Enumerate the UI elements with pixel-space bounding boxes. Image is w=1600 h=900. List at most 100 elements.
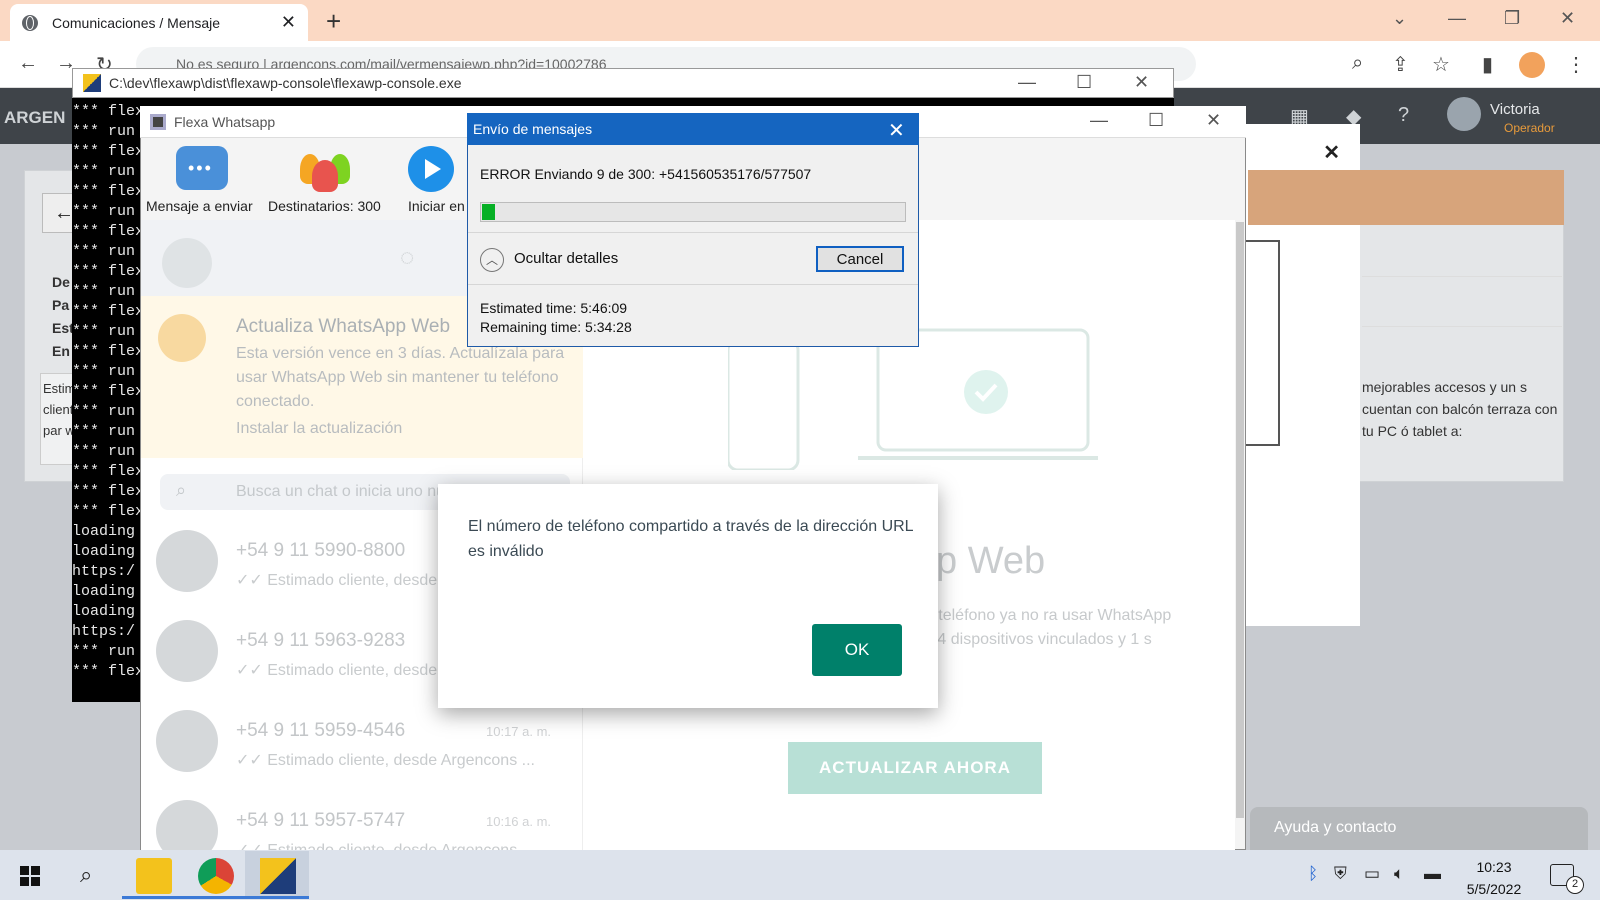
chat-name[interactable]: +54 9 11 5990-8800	[236, 540, 405, 562]
site-logo: ARGEN	[4, 108, 66, 127]
install-update-link[interactable]: Instalar la actualización	[236, 420, 402, 438]
chat-time: 10:17 a. m.	[486, 724, 552, 739]
network-icon[interactable]: ▭	[1364, 864, 1380, 884]
divider	[1362, 326, 1562, 327]
ok-button[interactable]: OK	[812, 624, 902, 676]
chat-time: 10:16 a. m.	[486, 814, 552, 829]
cancel-button[interactable]: Cancel	[816, 246, 904, 272]
remaining-time: Remaining time: 5:34:28	[480, 319, 632, 335]
close-icon[interactable]: ✕	[1206, 110, 1221, 131]
minimize-icon[interactable]: —	[1090, 110, 1108, 131]
scrollbar[interactable]	[1236, 222, 1244, 818]
console-titlebar: C:\dev\flexawp\dist\flexawp-console\flex…	[72, 68, 1174, 98]
maximize-icon[interactable]: ☐	[1148, 110, 1164, 131]
chat-avatar[interactable]	[156, 530, 218, 592]
field-label: Pa	[52, 297, 70, 313]
clock-time: 10:23	[1476, 859, 1512, 875]
recipients-button[interactable]: Destinatarios: 300	[268, 198, 381, 214]
windows-start-icon[interactable]	[20, 866, 40, 886]
chat-bubble-icon[interactable]: •••	[176, 146, 228, 190]
globe-icon	[22, 14, 38, 31]
chat-name[interactable]: +54 9 11 5959-4546	[236, 720, 405, 742]
help-contact-bar[interactable]: Ayuda y contacto	[1250, 807, 1588, 850]
security-shield-icon[interactable]: ⛨	[1334, 864, 1347, 884]
side-panel-icon[interactable]: ▮	[1482, 52, 1493, 77]
dialog-title: Envío de mensajes	[467, 113, 919, 145]
progress-message: ERROR Enviando 9 de 300: +541560535176/5…	[480, 166, 812, 182]
restore-icon[interactable]: ❐	[1504, 8, 1520, 29]
minimize-icon[interactable]: —	[1448, 8, 1466, 29]
chat-avatar[interactable]	[156, 710, 218, 772]
search-icon[interactable]: ⌕	[80, 862, 92, 888]
start-button[interactable]: Iniciar en	[408, 198, 465, 214]
tab-close-icon[interactable]: ✕	[281, 12, 296, 33]
user-avatar[interactable]	[1447, 97, 1481, 131]
chrome-icon[interactable]	[198, 858, 234, 894]
status-icon[interactable]: ◌	[400, 244, 414, 272]
menu-dots-icon[interactable]: ⋮	[1566, 52, 1586, 77]
back-arrow-icon[interactable]: ←	[18, 52, 38, 75]
close-icon[interactable]: ✕	[1323, 140, 1340, 165]
user-name[interactable]: Victoria	[1490, 101, 1540, 118]
divider	[468, 232, 918, 233]
message-button[interactable]: Mensaje a enviar	[146, 198, 253, 214]
own-avatar[interactable]	[162, 238, 212, 288]
chat-name[interactable]: +54 9 11 5963-9283	[236, 630, 405, 652]
chevron-down-icon[interactable]: ⌄	[1392, 8, 1407, 29]
help-icon[interactable]: ?	[1398, 104, 1409, 127]
hide-details-toggle[interactable]: Ocultar detalles	[514, 250, 618, 267]
maximize-icon[interactable]: ☐	[1076, 72, 1092, 93]
profile-avatar[interactable]	[1519, 52, 1545, 78]
taskbar-indicator	[245, 896, 309, 899]
console-path: C:\dev\flexawp\dist\flexawp-console\flex…	[109, 75, 462, 91]
app-icon	[150, 113, 166, 130]
chat-preview: ✓✓ Estimado cliente, desde Argencons ...	[236, 840, 535, 850]
browser-tab[interactable]: Comunicaciones / Mensaje ✕	[10, 4, 308, 41]
taskbar	[0, 850, 1600, 900]
notification-count: 2	[1566, 876, 1584, 894]
alert-message: El número de teléfono compartido a travé…	[468, 518, 913, 560]
star-icon[interactable]: ☆	[1432, 52, 1450, 77]
chevron-up-icon[interactable]: ︿	[480, 248, 504, 272]
file-explorer-icon[interactable]	[136, 858, 172, 894]
play-icon[interactable]	[408, 146, 454, 192]
taskbar-indicator	[184, 896, 248, 899]
chat-preview: ✓✓ Estimado cliente, desde	[236, 662, 438, 679]
taskbar-indicator	[122, 896, 186, 899]
laptop-icon	[158, 314, 206, 362]
field-label: Est	[52, 320, 74, 336]
close-icon[interactable]: ✕	[888, 118, 905, 143]
alert-banner	[1248, 170, 1564, 225]
field-label: De	[52, 274, 70, 290]
bluetooth-icon[interactable]: ᛒ	[1308, 864, 1318, 884]
search-icon: ⌕	[176, 480, 187, 500]
new-tab-icon[interactable]: +	[326, 6, 341, 37]
notice-body: Esta versión vence en 3 días. Actualízal…	[236, 345, 565, 410]
notice-title: Actualiza WhatsApp Web	[236, 316, 451, 337]
update-now-button[interactable]: ACTUALIZAR AHORA	[788, 742, 1042, 794]
volume-icon[interactable]: 🔈︎	[1394, 864, 1404, 884]
share-icon[interactable]: ⇪	[1392, 52, 1409, 77]
minimize-icon[interactable]: —	[1018, 72, 1036, 93]
console-app-icon	[83, 74, 101, 92]
close-icon[interactable]: ✕	[1134, 72, 1149, 93]
people-icon[interactable]	[298, 146, 352, 192]
estimated-time: Estimated time: 5:46:09	[480, 300, 628, 316]
console-output: *** flex *** run *** flex *** run *** fl…	[72, 103, 142, 680]
system-clock[interactable]: 10:23 5/5/2022	[1454, 856, 1534, 900]
tab-title: Comunicaciones / Mensaje	[52, 14, 221, 31]
flexa-console-icon[interactable]	[260, 858, 296, 894]
chat-name[interactable]: +54 9 11 5957-5747	[236, 810, 405, 832]
chat-preview: ✓✓ Estimado cliente, desde	[236, 572, 438, 589]
message-text: mejorables accesos y un s cuentan con ba…	[1362, 379, 1558, 439]
user-role: Operador	[1504, 121, 1555, 135]
window-title: Flexa Whatsapp	[174, 113, 276, 130]
close-icon[interactable]: ✕	[1560, 8, 1575, 29]
chat-avatar[interactable]	[156, 620, 218, 682]
field-label: En	[52, 343, 70, 359]
battery-icon[interactable]: ▬	[1424, 864, 1441, 884]
zoom-icon[interactable]: ⌕	[1352, 52, 1363, 75]
progress-bar	[480, 202, 906, 222]
frame-border	[1244, 240, 1280, 446]
clock-date: 5/5/2022	[1466, 881, 1522, 897]
